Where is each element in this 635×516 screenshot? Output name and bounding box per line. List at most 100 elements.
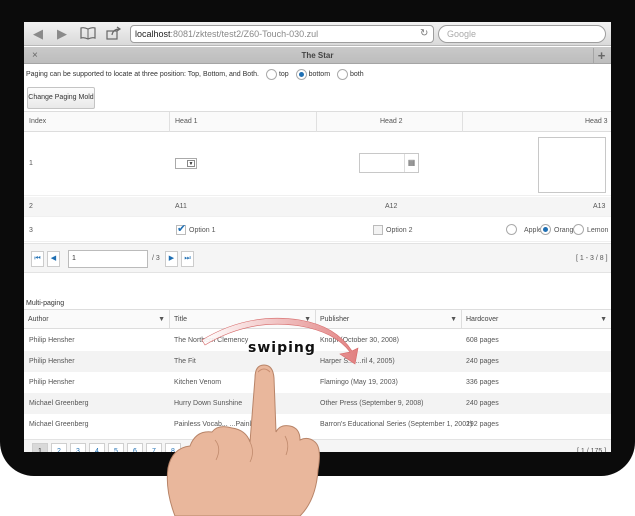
- chevron-down-icon[interactable]: ▼: [600, 310, 607, 329]
- chevron-down-icon: ▼: [187, 160, 195, 167]
- cell-author: Philip Hensher: [29, 358, 75, 365]
- page-button-2[interactable]: 2: [51, 443, 67, 452]
- pager-summary: [ 1 - 3 / 8 ]: [576, 255, 608, 262]
- chevron-down-icon[interactable]: ▼: [450, 310, 457, 329]
- browser-toolbar: ◀ ▶ localhost:8081/zktest/test2/Z60-Touc…: [24, 22, 611, 46]
- page-button-3[interactable]: 3: [70, 443, 86, 452]
- cell-hardcover: 240 pages: [466, 400, 499, 407]
- listbox-header: Author ▼ Title ▼ Publisher ▼ Hardcover ▼: [24, 309, 611, 329]
- cell-author: Michael Greenberg: [29, 400, 89, 407]
- header-index[interactable]: Index: [29, 112, 46, 132]
- cell-a12: A12: [385, 203, 398, 210]
- next-page-icon[interactable]: ▶: [165, 251, 178, 267]
- tab-bar: × The Star +: [24, 47, 611, 64]
- paging-description: Paging can be supported to locate at thr…: [26, 71, 259, 78]
- last-page-icon[interactable]: ⏭: [181, 251, 194, 267]
- page-button-1[interactable]: 1: [32, 443, 48, 452]
- table-row: 1 ▼ ▦: [24, 133, 611, 196]
- option1-label: Option 1: [189, 227, 216, 234]
- cell-title: Kitchen Venom: [174, 379, 222, 386]
- chevron-down-icon[interactable]: ▼: [304, 310, 311, 329]
- radio-top[interactable]: [265, 68, 277, 80]
- head2-datebox[interactable]: ▦: [359, 153, 419, 173]
- multi-paging-label: Multi-paging: [26, 300, 65, 307]
- radio-both[interactable]: [336, 68, 348, 80]
- header-head1[interactable]: Head 1: [175, 112, 198, 132]
- list-item[interactable]: Philip Hensher Kitchen Venom Flamingo (M…: [24, 372, 611, 393]
- cell-hardcover: 240 pages: [466, 358, 499, 365]
- cell-title: The Northern Clemency: [174, 337, 249, 344]
- header-head3[interactable]: Head 3: [585, 112, 608, 132]
- calendar-icon[interactable]: ▦: [404, 154, 418, 172]
- cell-publisher: Other Press (September 9, 2008): [320, 400, 424, 407]
- radio-lemon[interactable]: [573, 224, 584, 235]
- tab-title[interactable]: The Star: [24, 49, 611, 62]
- page-content: Paging can be supported to locate at thr…: [24, 65, 611, 452]
- cell-title: Hurry Down Sunshine: [174, 400, 243, 407]
- share-icon[interactable]: [106, 26, 122, 42]
- listbox-multipaging: Author ▼ Title ▼ Publisher ▼ Hardcover ▼ Phi…: [24, 309, 611, 452]
- page-button-4[interactable]: 4: [89, 443, 105, 452]
- radio-lemon-label: Lemon: [587, 227, 609, 234]
- page-button-8[interactable]: 8: [165, 443, 181, 452]
- list-item[interactable]: Michael Greenberg Hurry Down Sunshine Ot…: [24, 393, 611, 414]
- cell-author: Philip Hensher: [29, 379, 75, 386]
- reload-icon[interactable]: ↻: [420, 27, 432, 41]
- table-row: 3 Option 1 Option 2 Apple Orange Lemon: [24, 218, 611, 242]
- change-paging-mold-button[interactable]: Change Paging Mold: [27, 87, 95, 109]
- header-publisher[interactable]: Publisher ▼: [316, 310, 462, 329]
- radio-orange[interactable]: [540, 224, 551, 235]
- grid-header: Index Head 1 Head 2 Head 3: [24, 112, 611, 132]
- grid-pager: ⏮ ◀ 1 / 3 ▶ ⏭ [ 1 - 3 / 8 ]: [24, 243, 611, 273]
- radio-apple[interactable]: [506, 224, 517, 235]
- header-author[interactable]: Author ▼: [24, 310, 170, 329]
- search-input[interactable]: Google: [438, 25, 606, 43]
- cell-title: The Fit: [174, 358, 196, 365]
- option1-checkbox[interactable]: [176, 222, 186, 235]
- page-button-6[interactable]: 6: [127, 443, 143, 452]
- bookmarks-icon[interactable]: [80, 26, 96, 42]
- radio-top-label: top: [278, 71, 289, 78]
- cell-publisher: Knopf (October 30, 2008): [320, 337, 399, 344]
- listbox-pager: 1 2 3 4 5 6 7 8 [ 1 / 175 ]: [24, 439, 611, 452]
- table-row: 2 A11 A12 A13: [24, 197, 611, 217]
- total-pages: / 3: [152, 255, 160, 262]
- first-page-icon[interactable]: ⏮: [31, 251, 44, 267]
- row-index: 1: [29, 160, 33, 167]
- url-bar[interactable]: localhost:8081/zktest/test2/Z60-Touch-03…: [130, 25, 434, 43]
- list-item[interactable]: Michael Greenberg Painless Vocab... ...P…: [24, 414, 611, 435]
- radio-bottom[interactable]: [295, 68, 307, 80]
- cell-a13: A13: [593, 203, 606, 210]
- gesture-label: swiping: [248, 340, 316, 356]
- cell-publisher: Flamingo (May 19, 2003): [320, 379, 398, 386]
- prev-page-icon[interactable]: ◀: [47, 251, 60, 267]
- cell-hardcover: 608 pages: [466, 337, 499, 344]
- url-path: :8081/zktest/test2/Z60-Touch-030.zul: [170, 29, 319, 39]
- page-button-5[interactable]: 5: [108, 443, 124, 452]
- list-item[interactable]: Philip Hensher The Fit Harper S... ...ri…: [24, 351, 611, 372]
- listbox-pager-summary: [ 1 / 175 ]: [577, 448, 607, 452]
- cell-author: Philip Hensher: [29, 337, 75, 344]
- page-number-input[interactable]: 1: [68, 250, 148, 268]
- new-tab-button[interactable]: +: [593, 48, 609, 63]
- cell-publisher: Harper S... ...ril 4, 2005): [320, 358, 395, 365]
- list-item[interactable]: Philip Hensher The Northern Clemency Kno…: [24, 330, 611, 351]
- cell-title: Painless Vocab... ...Painless: [174, 421, 262, 428]
- head3-textarea[interactable]: [538, 137, 606, 193]
- radio-bottom-label: bottom: [308, 71, 331, 78]
- header-hardcover[interactable]: Hardcover ▼: [462, 310, 611, 329]
- chevron-down-icon[interactable]: ▼: [158, 310, 165, 329]
- radio-both-label: both: [349, 71, 364, 78]
- cell-a11: A11: [175, 203, 187, 210]
- head1-select[interactable]: ▼: [175, 158, 197, 169]
- header-head2[interactable]: Head 2: [380, 112, 403, 132]
- paging-description-row: Paging can be supported to locate at thr…: [26, 67, 364, 83]
- cell-hardcover: 336 pages: [466, 379, 499, 386]
- row-index: 3: [29, 227, 33, 234]
- back-icon[interactable]: ◀: [30, 26, 46, 42]
- forward-icon[interactable]: ▶: [54, 26, 70, 42]
- header-title[interactable]: Title ▼: [170, 310, 316, 329]
- page-button-7[interactable]: 7: [146, 443, 162, 452]
- option2-checkbox[interactable]: [373, 225, 383, 235]
- cell-author: Michael Greenberg: [29, 421, 89, 428]
